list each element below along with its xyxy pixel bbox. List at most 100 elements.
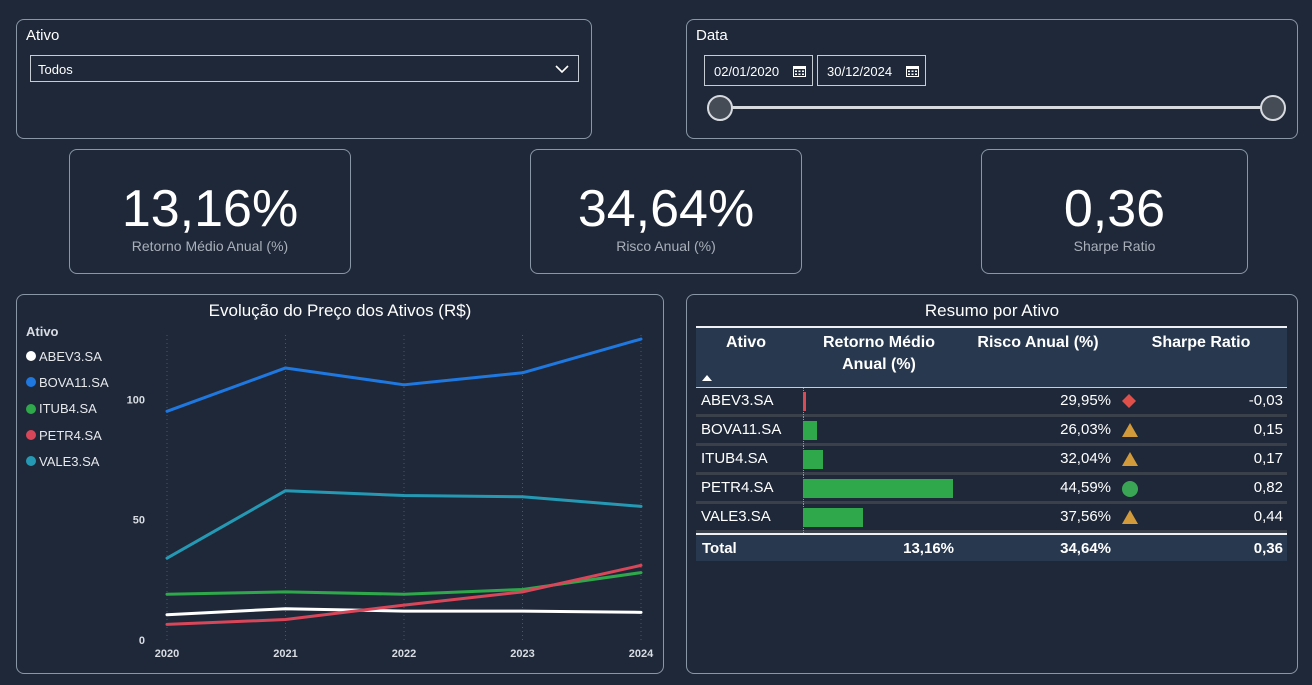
legend-label: VALE3.SA: [39, 453, 100, 469]
cell-sharpe: -0,03: [1248, 392, 1283, 409]
date-range-slider-track[interactable]: [720, 106, 1273, 109]
chart-title: Evolução do Preço dos Ativos (R$): [208, 301, 472, 320]
calendar-icon[interactable]: [906, 65, 919, 77]
sharpe-indicator: [1121, 509, 1139, 529]
orange-triangle-icon: [1122, 452, 1138, 466]
cell-ativo: VALE3.SA: [701, 508, 771, 525]
price-chart-panel: 2020 2021 2022 2023 2024 0 50 100 Evolução do P…: [16, 294, 664, 674]
y-tick-label: 0: [139, 635, 145, 647]
header-ativo[interactable]: Ativo: [696, 332, 796, 354]
bar-fill: [803, 479, 953, 498]
table-row[interactable]: ITUB4.SA 32,04% 0,17: [696, 446, 1287, 475]
total-sharpe: 0,36: [1253, 540, 1283, 557]
legend-label: BOVA11.SA: [39, 374, 109, 390]
table-body: ABEV3.SA 29,95% -0,03 BOVA11.SA 26,03% 0,15 IT…: [696, 388, 1287, 533]
retorno-data-bar: [803, 479, 953, 499]
summary-table: Ativo Retorno Médio Anual (%) Risco Anua…: [696, 326, 1287, 561]
legend-title: Ativo: [26, 324, 59, 339]
ativo-dropdown-value: Todos: [38, 62, 73, 77]
bar-fill: [803, 392, 806, 411]
start-date-value: 02/01/2020: [714, 64, 780, 79]
x-tick-label: 2022: [392, 648, 416, 660]
ativo-slicer-title: Ativo: [26, 27, 60, 44]
cell-ativo: BOVA11.SA: [701, 421, 782, 438]
cell-risco: 26,03%: [1060, 421, 1111, 438]
orange-triangle-icon: [1122, 423, 1138, 437]
bar-fill: [803, 508, 863, 527]
legend-item-abev3[interactable]: ABEV3.SA: [26, 343, 109, 369]
cell-sharpe: 0,44: [1253, 508, 1283, 525]
end-date-input[interactable]: 30/12/2024: [817, 55, 926, 86]
price-line-chart: 2020 2021 2022 2023 2024 0 50 100: [127, 335, 654, 660]
series-line-abev3-sa: [165, 607, 643, 617]
kpi-sharpe-value: 0,36: [1063, 180, 1166, 238]
kpi-sharpe-label: Sharpe Ratio: [1073, 238, 1156, 254]
table-row[interactable]: VALE3.SA 37,56% 0,44: [696, 504, 1287, 533]
date-range-end-handle[interactable]: [1260, 95, 1286, 121]
calendar-icon[interactable]: [793, 65, 806, 77]
chevron-down-icon: [555, 65, 569, 74]
cell-ativo: ABEV3.SA: [701, 392, 774, 409]
x-tick-label: 2024: [629, 648, 654, 660]
kpi-risco-label: Risco Anual (%): [616, 238, 716, 254]
legend-dot: [26, 403, 36, 414]
retorno-data-bar: [803, 421, 817, 441]
bar-fill: [803, 421, 817, 440]
data-slicer-title: Data: [696, 27, 728, 44]
table-total-row: Total 13,16% 34,64% 0,36: [696, 533, 1287, 561]
total-retorno: 13,16%: [903, 540, 954, 557]
cell-sharpe: 0,17: [1253, 450, 1283, 467]
legend-label: PETR4.SA: [39, 427, 102, 443]
summary-table-panel: Resumo por Ativo Ativo Retorno Médio Anu…: [686, 294, 1298, 674]
sort-ascending-icon[interactable]: [701, 374, 713, 382]
kpi-risco-value: 34,64%: [577, 180, 755, 238]
sharpe-indicator: [1121, 422, 1139, 442]
end-date-value: 30/12/2024: [827, 64, 893, 79]
sharpe-indicator: [1121, 451, 1139, 471]
y-tick-label: 100: [127, 394, 145, 406]
orange-triangle-icon: [1122, 510, 1138, 524]
table-title: Resumo por Ativo: [924, 301, 1060, 320]
header-sharpe[interactable]: Sharpe Ratio: [1116, 332, 1286, 354]
kpi-retorno-label: Retorno Médio Anual (%): [131, 238, 289, 254]
legend-item-vale3[interactable]: VALE3.SA: [26, 448, 109, 474]
cell-sharpe: 0,82: [1253, 479, 1283, 496]
red-diamond-icon: [1122, 394, 1136, 408]
x-tick-label: 2020: [155, 648, 179, 660]
cell-risco: 32,04%: [1060, 450, 1111, 467]
sharpe-indicator: [1121, 480, 1139, 502]
legend-dot: [26, 430, 36, 441]
legend-item-itub4[interactable]: ITUB4.SA: [26, 396, 109, 422]
x-tick-label: 2023: [510, 648, 534, 660]
header-risco[interactable]: Risco Anual (%): [958, 332, 1118, 354]
y-tick-label: 50: [133, 515, 145, 527]
legend-label: ITUB4.SA: [39, 401, 97, 417]
date-range-start-handle[interactable]: [707, 95, 733, 121]
legend-item-petr4[interactable]: PETR4.SA: [26, 422, 109, 448]
table-row[interactable]: BOVA11.SA 26,03% 0,15: [696, 417, 1287, 446]
header-retorno[interactable]: Retorno Médio Anual (%): [804, 332, 954, 376]
ativo-dropdown[interactable]: Todos: [30, 55, 579, 82]
total-risco: 34,64%: [1060, 540, 1111, 557]
cell-sharpe: 0,15: [1253, 421, 1283, 438]
cell-risco: 44,59%: [1060, 479, 1111, 496]
kpi-card-retorno: 13,16% Retorno Médio Anual (%): [69, 149, 351, 274]
legend-item-bova11[interactable]: BOVA11.SA: [26, 369, 109, 395]
retorno-data-bar: [803, 450, 823, 470]
legend-dot: [26, 351, 36, 362]
table-row[interactable]: PETR4.SA 44,59% 0,82: [696, 475, 1287, 504]
legend-label: ABEV3.SA: [39, 348, 102, 364]
chart-legend: Ativo ABEV3.SA BOVA11.SA ITUB4.SA PETR4.…: [26, 324, 109, 474]
kpi-retorno-value: 13,16%: [121, 180, 299, 238]
data-slicer: Data 02/01/2020 30/12/2024: [686, 19, 1298, 139]
legend-dot: [26, 456, 36, 467]
green-circle-icon: [1122, 481, 1138, 497]
ativo-slicer: Ativo Todos: [16, 19, 592, 139]
bar-fill: [803, 450, 823, 469]
series-line-vale3-sa: [165, 489, 643, 560]
legend-dot: [26, 377, 36, 388]
start-date-input[interactable]: 02/01/2020: [704, 55, 813, 86]
cell-risco: 37,56%: [1060, 508, 1111, 525]
table-row[interactable]: ABEV3.SA 29,95% -0,03: [696, 388, 1287, 417]
table-header: Ativo Retorno Médio Anual (%) Risco Anua…: [696, 326, 1287, 388]
